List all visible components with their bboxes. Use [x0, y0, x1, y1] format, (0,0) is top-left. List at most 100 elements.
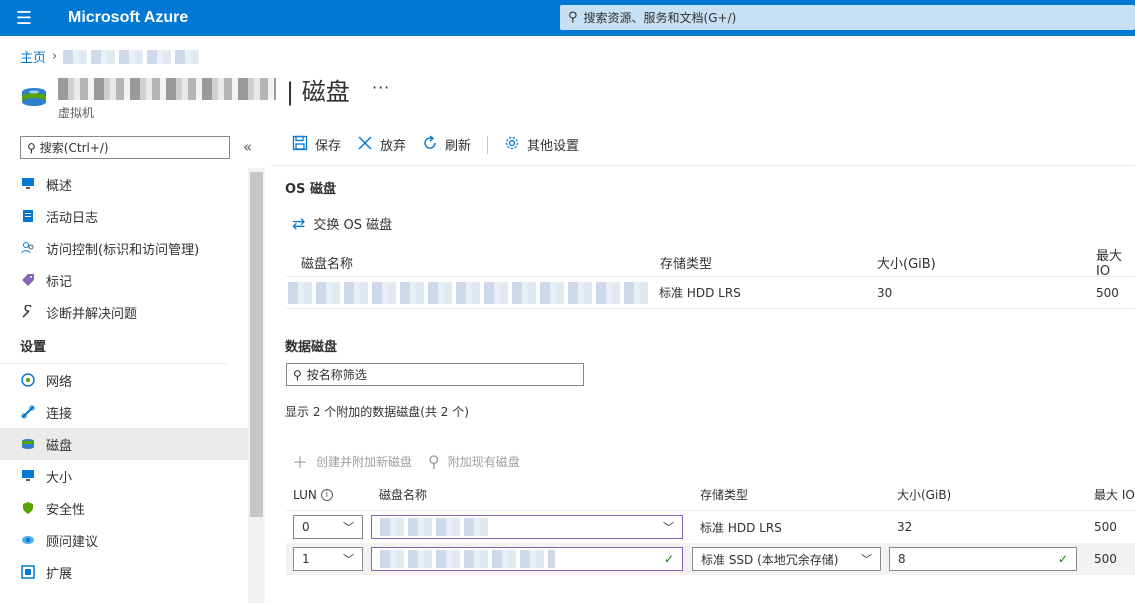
collapse-sidebar-icon[interactable]: « — [243, 138, 252, 156]
storage-type-value: 标准 SSD (本地冗余存储) — [701, 552, 839, 567]
log-icon — [20, 208, 36, 224]
tag-icon — [20, 272, 36, 288]
refresh-button[interactable]: 刷新 — [422, 134, 472, 155]
header-lun: LUN i — [293, 479, 333, 510]
attach-existing-disk-button[interactable]: ⚲ 附加现有磁盘 — [428, 452, 520, 471]
connect-icon — [20, 404, 36, 420]
breadcrumb-resource-redacted[interactable] — [63, 49, 204, 64]
check-icon: ✓ — [1057, 552, 1068, 566]
vm-disk-icon — [22, 88, 46, 106]
breadcrumb-home[interactable]: 主页 — [20, 47, 46, 66]
os-disk-row: 标准 HDD LRS 30 500 — [286, 277, 1135, 309]
sidebar-item-label: 网络 — [46, 374, 73, 390]
sidebar-item-disks[interactable]: 磁盘 — [0, 428, 248, 460]
sidebar-item-access-control[interactable]: 访问控制(标识和访问管理) — [0, 232, 248, 264]
discard-label: 放弃 — [380, 139, 407, 154]
more-icon[interactable]: ··· — [372, 78, 390, 97]
search-icon: ⚲ — [293, 367, 302, 382]
menu-icon[interactable]: ☰ — [0, 0, 48, 36]
attach-existing-label: 附加现有磁盘 — [447, 454, 520, 469]
data-disk-row: 0 ﹀ ﹀ 标准 HDD LRS 32 500 — [286, 511, 1135, 543]
chevron-down-icon: ﹀ — [861, 553, 872, 566]
sidebar-item-advisor[interactable]: 顾问建议 — [0, 524, 248, 556]
sidebar-item-security[interactable]: 安全性 — [0, 492, 248, 524]
disk-storage-type: 标准 HDD LRS — [700, 520, 782, 535]
sidebar-item-tags[interactable]: 标记 — [0, 264, 248, 296]
lun-select[interactable]: 0 ﹀ — [293, 515, 363, 539]
swap-os-disk-label: 交换 OS 磁盘 — [313, 218, 393, 233]
filter-placeholder: 按名称筛选 — [306, 368, 367, 382]
sidebar: 概述 活动日志 访问控制(标识和访问管理) 标记 诊断并解决问题 设置 网络 连… — [0, 168, 248, 603]
search-icon: ⚲ — [27, 140, 36, 155]
sidebar-item-label: 扩展 — [46, 566, 73, 582]
sidebar-scrollbar-thumb[interactable] — [250, 172, 263, 517]
sidebar-item-connect[interactable]: 连接 — [0, 396, 248, 428]
lun-select[interactable]: 1 ﹀ — [293, 547, 363, 571]
other-settings-button[interactable]: 其他设置 — [504, 135, 579, 155]
sidebar-search-input[interactable]: ⚲ 搜索(Ctrl+/) — [20, 136, 230, 159]
sidebar-item-overview[interactable]: 概述 — [0, 168, 248, 200]
breadcrumb: 主页 › — [20, 47, 204, 66]
os-disk-size: 30 — [877, 285, 893, 300]
save-icon — [292, 135, 308, 155]
sidebar-item-extensions[interactable]: 扩展 — [0, 556, 248, 588]
disk-icon — [20, 436, 36, 452]
swap-os-disk-button[interactable]: ⇄ 交换 OS 磁盘 — [292, 214, 392, 233]
sidebar-item-diagnose[interactable]: 诊断并解决问题 — [0, 296, 248, 328]
resource-type: 虚拟机 — [58, 106, 95, 120]
sidebar-item-label: 安全性 — [46, 502, 86, 518]
data-disk-actions: ＋ 创建并附加新磁盘 ⚲ 附加现有磁盘 — [292, 449, 520, 473]
size-icon — [20, 468, 36, 484]
header-disk-name: 磁盘名称 — [301, 256, 354, 272]
refresh-label: 刷新 — [445, 139, 472, 154]
discard-button[interactable]: 放弃 — [357, 135, 406, 155]
disk-name-redacted — [380, 550, 555, 568]
advisor-icon — [20, 532, 36, 548]
os-disk-title: OS 磁盘 — [285, 182, 336, 197]
sidebar-item-label: 标记 — [46, 274, 73, 290]
refresh-icon — [422, 134, 438, 155]
shield-icon — [20, 500, 36, 516]
resource-name-redacted — [58, 78, 276, 100]
os-disk-name-redacted[interactable] — [288, 277, 648, 308]
size-input[interactable]: 8 ✓ — [889, 547, 1077, 571]
header-storage-type: 存储类型 — [660, 256, 713, 272]
disk-name-select[interactable]: ﹀ — [371, 515, 683, 539]
chevron-down-icon: ﹀ — [663, 521, 674, 534]
toolbar-divider — [487, 135, 489, 154]
sidebar-item-size[interactable]: 大小 — [0, 460, 248, 492]
close-icon — [357, 135, 373, 155]
data-disk-count: 显示 2 个附加的数据磁盘(共 2 个) — [285, 405, 469, 419]
data-disk-row: 1 ﹀ ✓ 标准 SSD (本地冗余存储) ﹀ 8 ✓ 500 — [286, 543, 1135, 575]
header-max-iops: 最大 IO — [1094, 488, 1135, 502]
save-button[interactable]: 保存 — [292, 135, 341, 155]
top-bar: ☰ Microsoft Azure ⚲ 搜索资源、服务和文档(G+/) — [0, 0, 1135, 36]
sidebar-item-activity-log[interactable]: 活动日志 — [0, 200, 248, 232]
command-bar: 保存 放弃 刷新 其他设置 — [270, 124, 1135, 166]
check-icon: ✓ — [663, 552, 674, 566]
filter-by-name-input[interactable]: ⚲ 按名称筛选 — [286, 363, 584, 386]
disk-name-redacted — [380, 518, 490, 536]
disk-max-iops: 500 — [1094, 520, 1117, 534]
info-icon[interactable]: i — [320, 488, 333, 501]
network-icon — [20, 372, 36, 388]
header-max-iops: 最大 IO — [1096, 249, 1123, 279]
os-disk-table-header: 磁盘名称 存储类型 大小(GiB) 最大 IO — [286, 248, 1135, 279]
brand-title[interactable]: Microsoft Azure — [68, 9, 188, 27]
page-title: | 磁盘 — [286, 78, 350, 106]
sidebar-search-placeholder: 搜索(Ctrl+/) — [39, 141, 109, 155]
plus-icon: ＋ — [292, 453, 309, 472]
sidebar-section-settings: 设置 — [0, 328, 228, 364]
sidebar-item-networking[interactable]: 网络 — [0, 364, 248, 396]
disk-max-iops: 500 — [1094, 552, 1117, 566]
chevron-down-icon: ﹀ — [343, 553, 354, 566]
create-attach-disk-button[interactable]: ＋ 创建并附加新磁盘 — [292, 449, 412, 473]
sidebar-item-label: 磁盘 — [46, 438, 73, 454]
extension-icon — [20, 564, 36, 580]
disk-name-input[interactable]: ✓ — [371, 547, 683, 571]
lun-value: 0 — [302, 520, 310, 534]
global-search-placeholder: 搜索资源、服务和文档(G+/) — [583, 11, 737, 25]
header-lun-label: LUN — [293, 487, 317, 502]
storage-type-select[interactable]: 标准 SSD (本地冗余存储) ﹀ — [692, 547, 881, 571]
global-search-input[interactable]: ⚲ 搜索资源、服务和文档(G+/) — [560, 5, 1135, 30]
